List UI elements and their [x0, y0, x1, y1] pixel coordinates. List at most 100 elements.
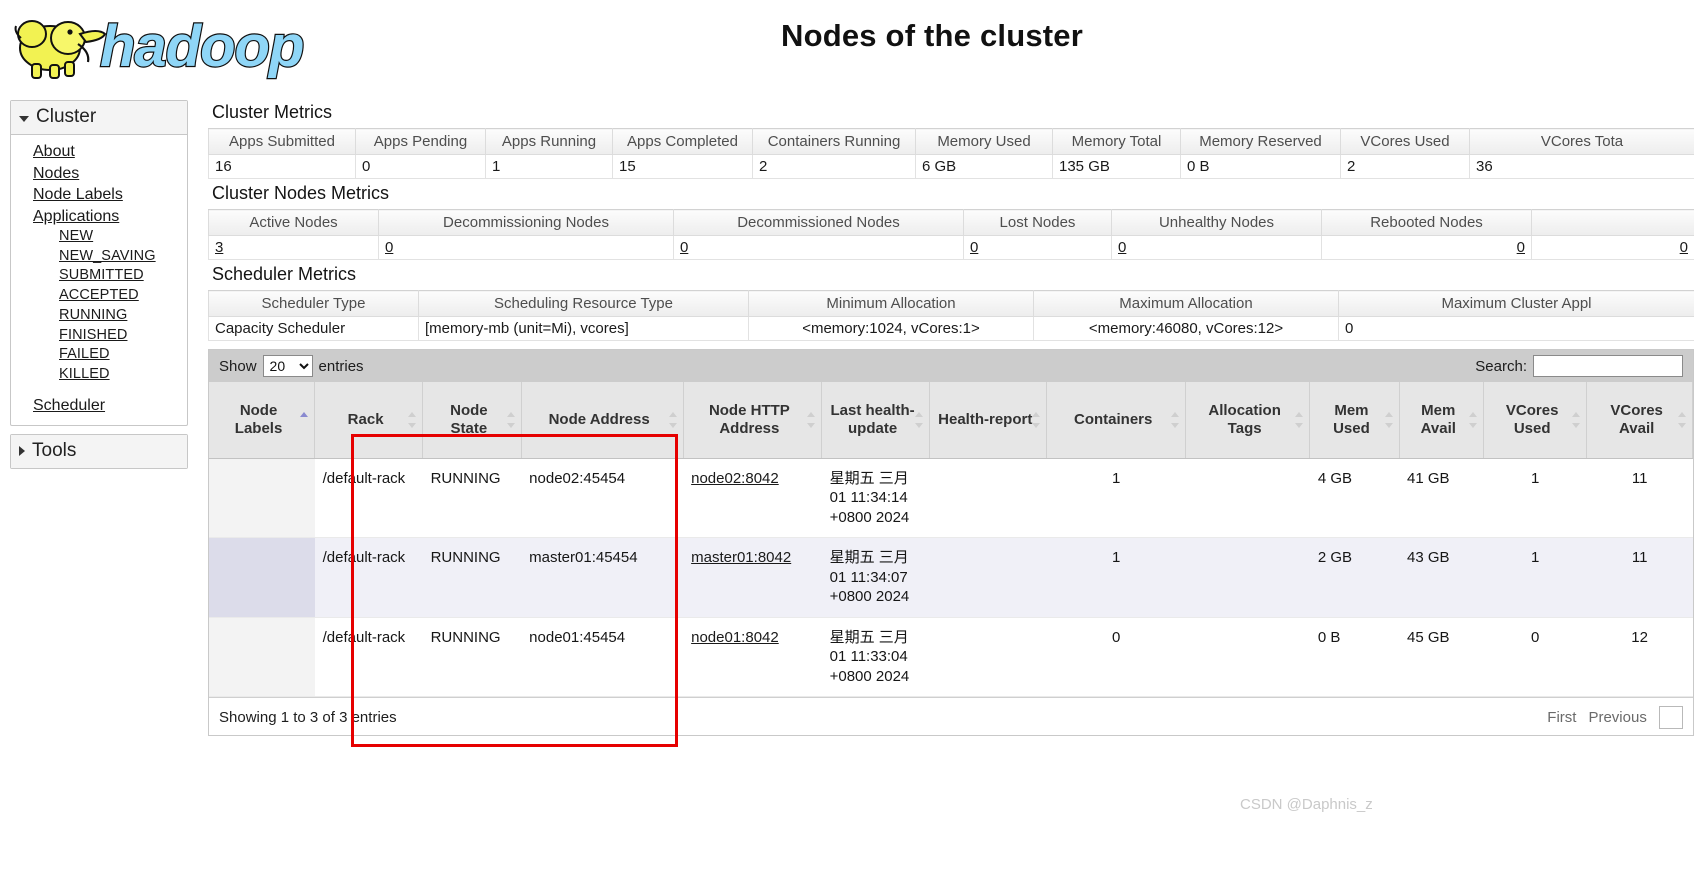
chevron-up-icon — [300, 411, 309, 417]
sidebar-item-app-new-saving[interactable]: NEW_SAVING — [11, 247, 187, 267]
th-mem-used-label: Mem Used — [1333, 402, 1370, 437]
sidebar-item-applications[interactable]: Applications — [11, 206, 187, 228]
table-row[interactable]: /default-rack RUNNING node01:45454 node0… — [209, 617, 1693, 697]
val-memory-total: 135 GB — [1052, 154, 1181, 179]
chevron-down-icon — [915, 422, 924, 428]
chevron-down-icon — [1678, 422, 1686, 428]
th-mem-avail[interactable]: Mem Avail — [1399, 382, 1485, 459]
th-node-labels[interactable]: Node Labels — [209, 382, 316, 459]
th-mem-used[interactable]: Mem Used — [1309, 382, 1400, 459]
sort-indicator-rack — [408, 411, 417, 428]
val-active-nodes[interactable]: 3 — [215, 239, 223, 256]
chevron-down-icon — [1170, 422, 1179, 428]
val-apps-pending: 0 — [355, 154, 486, 179]
cell-node-labels — [209, 537, 315, 618]
chevron-up-icon — [408, 411, 417, 417]
sidebar-item-app-new[interactable]: NEW — [11, 227, 187, 247]
th-vcores-used[interactable]: VCores Used — [1483, 382, 1588, 459]
search-label: Search: — [1475, 357, 1527, 375]
sort-indicator-node-labels — [300, 411, 309, 428]
pagination-previous[interactable]: Previous — [1588, 709, 1646, 726]
val-rebooted-nodes[interactable]: 0 — [1517, 239, 1525, 256]
table-row[interactable]: /default-rack RUNNING node02:45454 node0… — [209, 458, 1693, 538]
cell-node-address: node01:45454 — [521, 617, 684, 697]
col-vcores-used: VCores Used — [1340, 128, 1470, 155]
val-containers-running: 2 — [752, 154, 916, 179]
col-memory-reserved: Memory Reserved — [1180, 128, 1341, 155]
pagination-first[interactable]: First — [1547, 709, 1576, 726]
table-row[interactable]: /default-rack RUNNING master01:45454 mas… — [209, 537, 1693, 618]
cell-mem-avail: 41 GB — [1399, 458, 1484, 538]
val-decommissioned-nodes-cell: 0 — [673, 235, 964, 260]
col-minimum-allocation: Minimum Allocation — [748, 290, 1034, 317]
col-rebooted-nodes: Rebooted Nodes — [1321, 209, 1532, 236]
val-nodes-extra[interactable]: 0 — [1680, 239, 1688, 256]
col-apps-running: Apps Running — [485, 128, 613, 155]
main-content: Cluster Metrics Apps Submitted Apps Pend… — [208, 100, 1694, 736]
th-allocation-tags[interactable]: Allocation Tags — [1185, 382, 1311, 459]
sidebar-item-app-failed[interactable]: FAILED — [11, 345, 187, 365]
sidebar-item-scheduler[interactable]: Scheduler — [11, 395, 187, 417]
cell-node-labels — [209, 617, 315, 697]
nodes-table-body: /default-rack RUNNING node02:45454 node0… — [209, 458, 1693, 697]
val-decommissioned-nodes[interactable]: 0 — [680, 239, 688, 256]
cell-last-health-update: 星期五 三月 01 11:34:07 +0800 2024 — [821, 537, 930, 618]
th-vcores-avail[interactable]: VCores Avail — [1586, 382, 1693, 459]
sidebar-cluster-header[interactable]: Cluster — [11, 101, 187, 135]
th-health-report[interactable]: Health-report — [929, 382, 1048, 459]
cell-vcores-used: 1 — [1483, 458, 1587, 538]
val-decommissioning-nodes-cell: 0 — [378, 235, 674, 260]
th-health-report-label: Health-report — [938, 411, 1033, 429]
datatable-toolbar: Show 20 40 60 80 100 entries Search: — [209, 350, 1693, 382]
col-containers-running: Containers Running — [752, 128, 916, 155]
col-apps-completed: Apps Completed — [612, 128, 753, 155]
sidebar-item-node-labels[interactable]: Node Labels — [11, 184, 187, 206]
cell-vcores-avail: 11 — [1586, 458, 1693, 538]
sort-indicator-node-address — [668, 411, 678, 428]
sort-indicator-allocation-tags — [1295, 411, 1304, 428]
entries-label: entries — [318, 357, 364, 375]
sidebar-item-nodes[interactable]: Nodes — [11, 163, 187, 185]
cell-node-state: RUNNING — [422, 537, 522, 618]
th-node-address[interactable]: Node Address — [521, 382, 684, 459]
sidebar-tools-header[interactable]: Tools — [11, 435, 187, 469]
cell-rack: /default-rack — [314, 537, 423, 618]
th-containers[interactable]: Containers — [1046, 382, 1186, 459]
val-active-nodes-cell: 3 — [208, 235, 379, 260]
chevron-down-icon — [668, 422, 677, 428]
th-vcores-avail-label: VCores Avail — [1610, 402, 1663, 437]
caret-down-icon — [19, 116, 29, 122]
val-decommissioning-nodes[interactable]: 0 — [385, 239, 393, 256]
page-root: hadoop Nodes of the cluster Cluster Abou… — [0, 0, 1694, 887]
chevron-up-icon — [1170, 411, 1179, 417]
th-last-health-update-label: Last health-update — [830, 402, 915, 437]
cell-allocation-tags — [1185, 458, 1310, 538]
search-input[interactable] — [1533, 355, 1683, 377]
th-containers-label: Containers — [1074, 411, 1153, 429]
sidebar-item-app-accepted[interactable]: ACCEPTED — [11, 286, 187, 306]
th-vcores-used-label: VCores Used — [1505, 402, 1559, 437]
val-unhealthy-nodes[interactable]: 0 — [1118, 239, 1126, 256]
pagination-page-1[interactable] — [1658, 706, 1683, 729]
sidebar-item-app-running[interactable]: RUNNING — [11, 306, 187, 326]
val-lost-nodes[interactable]: 0 — [970, 239, 978, 256]
sidebar-item-app-killed[interactable]: KILLED — [11, 365, 187, 385]
nodes-table-header-row: Node Labels Rack Node State Node Address… — [209, 382, 1693, 459]
page-length-select[interactable]: 20 40 60 80 100 — [262, 355, 313, 377]
sidebar-item-app-finished[interactable]: FINISHED — [11, 326, 187, 346]
th-node-http-address[interactable]: Node HTTP Address — [683, 382, 823, 459]
cell-mem-used: 4 GB — [1309, 458, 1400, 538]
th-node-state[interactable]: Node State — [422, 382, 522, 459]
cluster-metrics-header-row: Apps Submitted Apps Pending Apps Running… — [208, 128, 1694, 155]
node-http-link[interactable]: master01:8042 — [691, 549, 791, 566]
sidebar-item-app-submitted[interactable]: SUBMITTED — [11, 266, 187, 286]
node-http-link[interactable]: node01:8042 — [691, 629, 779, 646]
cluster-nodes-metrics-table: Active Nodes Decommissioning Nodes Decom… — [208, 209, 1694, 260]
node-http-link[interactable]: node02:8042 — [691, 470, 779, 487]
th-rack[interactable]: Rack — [314, 382, 424, 459]
chevron-up-icon — [1469, 411, 1478, 417]
th-allocation-tags-label: Allocation Tags — [1208, 402, 1281, 437]
th-last-health-update[interactable]: Last health-update — [821, 382, 931, 459]
sidebar-item-about[interactable]: About — [11, 141, 187, 163]
chevron-down-icon — [408, 422, 417, 428]
